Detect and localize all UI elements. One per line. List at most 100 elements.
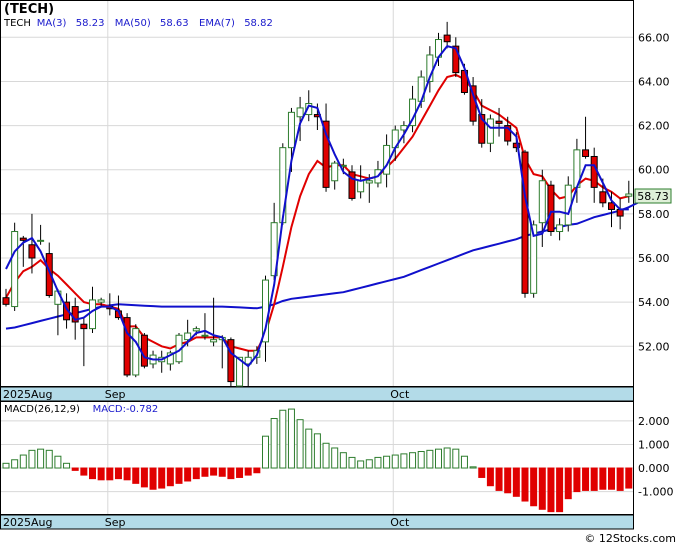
macd-bar bbox=[486, 467, 494, 487]
candle-body bbox=[2, 297, 10, 305]
macd-bar bbox=[478, 467, 486, 478]
macd-bar bbox=[184, 467, 192, 482]
price-legend: TECH MA(3) 58.23 MA(50) 58.63 EMA(7) 58.82 bbox=[3, 18, 273, 29]
x-axis-label: 2025Aug bbox=[3, 516, 52, 529]
macd-legend-item: MACD(26,12,9) bbox=[4, 404, 80, 415]
x-axis-label: 2025Aug bbox=[3, 388, 52, 401]
macd-bar bbox=[63, 462, 71, 469]
legend-item: 58.82 bbox=[244, 18, 273, 29]
macd-bar bbox=[218, 467, 226, 477]
macd-bar bbox=[374, 456, 382, 469]
chart-canvas: (TECH) TECH MA(3) 58.23 MA(50) 58.63 EMA(7) 58… bbox=[0, 0, 676, 545]
macd-bar bbox=[210, 467, 218, 476]
candle-body bbox=[11, 231, 19, 308]
price-y-tick-label: 62.00 bbox=[638, 120, 670, 133]
macd-bar bbox=[262, 435, 269, 469]
watermark: © 12Stocks.com bbox=[584, 532, 676, 545]
macd-bar bbox=[331, 447, 339, 469]
chart-title: (TECH) bbox=[4, 2, 54, 17]
macd-bar bbox=[625, 467, 633, 489]
candle bbox=[547, 180, 555, 236]
macd-bar bbox=[45, 449, 53, 469]
x-axis-label: Oct bbox=[390, 388, 410, 401]
candle-body bbox=[201, 334, 209, 337]
candle-body bbox=[547, 184, 555, 233]
candle-body bbox=[80, 323, 88, 330]
candle-body bbox=[97, 299, 105, 303]
price-y-tick-label: 66.00 bbox=[638, 31, 670, 44]
candle bbox=[11, 222, 19, 311]
macd-y-axis: 2.000 1.000 0.000 -1.000 bbox=[638, 415, 673, 499]
price-y-tick-label: 58.00 bbox=[638, 208, 670, 221]
macd-bar bbox=[305, 428, 313, 469]
macd-bar bbox=[166, 467, 174, 487]
macd-bar bbox=[426, 449, 434, 469]
legend-item: MA(3) bbox=[37, 18, 67, 29]
x-axis-band-top bbox=[0, 386, 634, 402]
candle-body bbox=[599, 191, 607, 204]
macd-bar bbox=[547, 467, 555, 513]
macd-bar bbox=[54, 455, 62, 469]
macd-bar bbox=[253, 467, 261, 474]
legend-item: EMA(7) bbox=[199, 18, 235, 29]
candle-body bbox=[37, 239, 45, 242]
macd-bar bbox=[616, 467, 624, 491]
macd-bar bbox=[236, 467, 244, 478]
x-axis-label: Oct bbox=[390, 516, 410, 529]
macd-bar bbox=[244, 467, 252, 476]
candle-body bbox=[357, 180, 365, 193]
macd-bar bbox=[357, 460, 365, 469]
stock-chart: (TECH) TECH MA(3) 58.23 MA(50) 58.63 EMA(7) 58… bbox=[0, 0, 680, 546]
candle-body bbox=[210, 339, 218, 343]
candle-body bbox=[19, 237, 27, 241]
macd-bar bbox=[97, 467, 105, 481]
macd-bar bbox=[80, 467, 88, 476]
price-y-tick-label: 64.00 bbox=[638, 75, 670, 88]
macd-bar bbox=[192, 467, 200, 480]
candle bbox=[227, 337, 235, 386]
macd-bar bbox=[313, 433, 321, 469]
price-y-tick-label: 56.00 bbox=[638, 252, 670, 265]
macd-bar bbox=[322, 442, 330, 469]
candle bbox=[140, 333, 148, 369]
candle bbox=[123, 313, 131, 378]
macd-bar bbox=[582, 467, 590, 491]
macd-bar bbox=[158, 467, 166, 489]
candle-body bbox=[521, 151, 529, 294]
legend-item: 58.23 bbox=[76, 18, 105, 29]
candle-body bbox=[227, 339, 235, 383]
macd-bar bbox=[504, 467, 512, 494]
macd-bar bbox=[599, 467, 607, 490]
candle-body bbox=[625, 193, 633, 197]
last-price-value: 58.73 bbox=[637, 190, 669, 203]
macd-bar bbox=[11, 459, 19, 469]
legend-item: MA(50) bbox=[115, 18, 151, 29]
macd-bar bbox=[495, 467, 503, 491]
macd-bar bbox=[564, 467, 572, 500]
macd-bar bbox=[19, 454, 27, 469]
legend-item: TECH bbox=[3, 18, 31, 29]
candle-body bbox=[287, 111, 295, 149]
macd-bar bbox=[435, 448, 442, 469]
candle-body bbox=[331, 162, 339, 182]
macd-bar bbox=[460, 455, 468, 469]
macd-bar bbox=[521, 467, 529, 502]
candle-body bbox=[140, 334, 148, 367]
macd-bar bbox=[37, 448, 45, 469]
candle-body bbox=[556, 224, 564, 233]
candle-body bbox=[590, 155, 598, 188]
macd-bar bbox=[339, 452, 347, 469]
macd-bar bbox=[114, 467, 122, 480]
price-y-tick-label: 54.00 bbox=[638, 296, 670, 309]
macd-y-tick-label: 0.000 bbox=[638, 462, 670, 475]
candle bbox=[521, 149, 529, 298]
candle bbox=[132, 324, 140, 378]
macd-bar bbox=[279, 409, 287, 469]
macd-bar bbox=[28, 449, 36, 469]
macd-bar bbox=[400, 453, 408, 469]
macd-bar bbox=[71, 467, 79, 471]
macd-bar bbox=[452, 448, 460, 469]
x-axis-band-bottom bbox=[0, 514, 634, 530]
candle-body bbox=[365, 180, 373, 184]
candle-body bbox=[28, 244, 36, 259]
